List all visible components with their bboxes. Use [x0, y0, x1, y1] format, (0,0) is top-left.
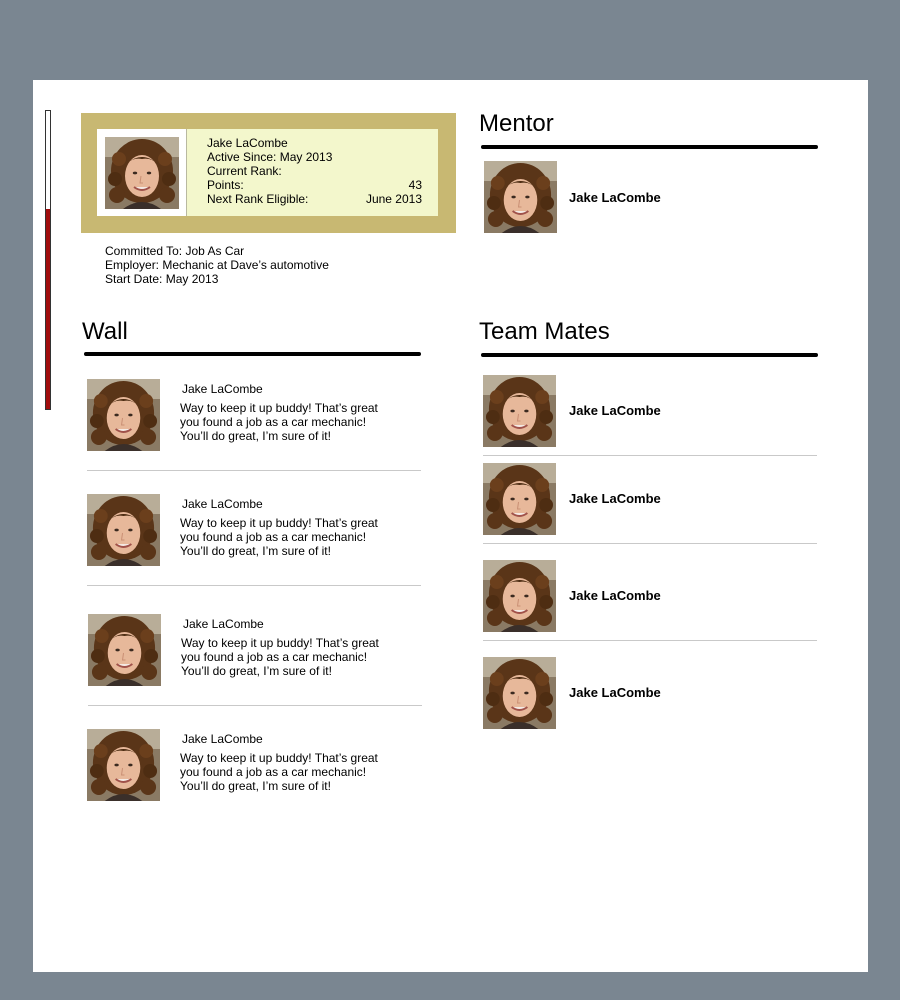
- team-mate-avatar[interactable]: [483, 375, 556, 447]
- profile-info: Jake LaCombe Active Since: May 2013 Curr…: [207, 136, 422, 206]
- user-photo-icon: [483, 560, 556, 632]
- employer: Employer: Mechanic at Dave’s automotive: [105, 258, 329, 272]
- team-mate-avatar[interactable]: [483, 657, 556, 729]
- profile-card: Jake LaCombe Active Since: May 2013 Curr…: [81, 113, 456, 233]
- user-photo-icon: [87, 379, 160, 451]
- team-mate-name[interactable]: Jake LaCombe: [569, 685, 661, 700]
- wall-post-author[interactable]: Jake LaCombe: [182, 497, 263, 511]
- wall-post-message: Way to keep it up buddy! That’s great yo…: [181, 636, 379, 678]
- user-photo-icon: [105, 137, 179, 209]
- mentor-name[interactable]: Jake LaCombe: [569, 190, 661, 205]
- team-mate-item[interactable]: Jake LaCombe: [483, 657, 817, 729]
- next-rank-value: June 2013: [365, 192, 422, 206]
- team-divider: [483, 455, 817, 456]
- mentor-rule: [481, 145, 818, 149]
- mentor-item[interactable]: Jake LaCombe: [484, 161, 824, 233]
- committed-to: Committed To: Job As Car: [105, 244, 245, 258]
- wall-post-author[interactable]: Jake LaCombe: [182, 382, 263, 396]
- mentor-avatar[interactable]: [484, 161, 557, 233]
- team-mate-item[interactable]: Jake LaCombe: [483, 375, 817, 447]
- rank-progress-bar: [45, 110, 51, 410]
- rank-progress-fill: [46, 209, 50, 409]
- user-photo-icon: [87, 729, 160, 801]
- user-photo-icon: [87, 494, 160, 566]
- team-mate-item[interactable]: Jake LaCombe: [483, 463, 817, 535]
- mentor-title: Mentor: [479, 110, 554, 137]
- wall-post-author[interactable]: Jake LaCombe: [182, 732, 263, 746]
- wall-post: Jake LaCombe Way to keep it up buddy! Th…: [87, 494, 421, 609]
- points-value: 43: [408, 178, 422, 192]
- user-photo-icon: [484, 161, 557, 233]
- team-mate-avatar[interactable]: [483, 463, 556, 535]
- wall-post-avatar[interactable]: [87, 729, 160, 801]
- profile-photo-frame: [97, 129, 187, 216]
- team-mate-name[interactable]: Jake LaCombe: [569, 491, 661, 506]
- team-mate-avatar[interactable]: [483, 560, 556, 632]
- next-rank-label: Next Rank Eligible:: [207, 192, 309, 206]
- start-date: Start Date: May 2013: [105, 272, 219, 286]
- team-mates-rule: [481, 353, 818, 357]
- wall-divider: [87, 470, 421, 471]
- commitment-details: Committed To: Job As Car Employer: Mecha…: [105, 244, 329, 286]
- active-since: Active Since: May 2013: [207, 150, 333, 164]
- wall-title: Wall: [82, 318, 128, 345]
- team-divider: [483, 640, 817, 641]
- profile-card-inner: Jake LaCombe Active Since: May 2013 Curr…: [97, 129, 438, 216]
- wall-post-message: Way to keep it up buddy! That’s great yo…: [180, 401, 378, 443]
- points-label: Points:: [207, 178, 244, 192]
- wall-post-avatar[interactable]: [87, 494, 160, 566]
- wall-post-message: Way to keep it up buddy! That’s great yo…: [180, 516, 378, 558]
- wall-divider: [87, 585, 421, 586]
- user-photo-icon: [483, 657, 556, 729]
- wall-post-message: Way to keep it up buddy! That’s great yo…: [180, 751, 378, 793]
- wall-divider: [88, 705, 422, 706]
- wall-post-avatar[interactable]: [88, 614, 161, 686]
- team-mates-title: Team Mates: [479, 318, 610, 345]
- profile-name: Jake LaCombe: [207, 136, 288, 150]
- wall-post-author[interactable]: Jake LaCombe: [183, 617, 264, 631]
- wall-post: Jake LaCombe Way to keep it up buddy! Th…: [88, 614, 422, 729]
- team-mate-item[interactable]: Jake LaCombe: [483, 560, 817, 632]
- wall-post: Jake LaCombe Way to keep it up buddy! Th…: [87, 729, 421, 844]
- wall-post: Jake LaCombe Way to keep it up buddy! Th…: [87, 379, 421, 494]
- user-photo-icon: [88, 614, 161, 686]
- wall-post-avatar[interactable]: [87, 379, 160, 451]
- user-photo-icon: [483, 375, 556, 447]
- team-divider: [483, 543, 817, 544]
- current-rank-label: Current Rank:: [207, 164, 282, 178]
- profile-page: Jake LaCombe Active Since: May 2013 Curr…: [33, 80, 868, 972]
- team-mate-name[interactable]: Jake LaCombe: [569, 403, 661, 418]
- user-photo-icon: [483, 463, 556, 535]
- profile-avatar[interactable]: [105, 137, 179, 209]
- team-mate-name[interactable]: Jake LaCombe: [569, 588, 661, 603]
- wall-rule: [84, 352, 421, 356]
